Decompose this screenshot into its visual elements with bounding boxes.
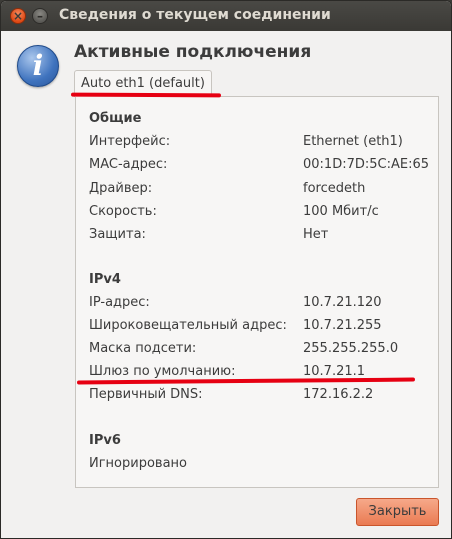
value-default-gateway: 10.7.21.1 <box>303 364 366 379</box>
value-primary-dns: 172.16.2.2 <box>303 387 374 402</box>
dialog-window: × – Сведения о текущем соединении i Акти… <box>0 0 452 539</box>
label-default-gateway: Шлюз по умолчанию: <box>89 364 236 379</box>
label-driver: Драйвер: <box>89 181 153 196</box>
label-primary-dns: Первичный DNS: <box>89 387 203 402</box>
window-close-icon[interactable]: × <box>10 8 26 24</box>
value-subnet-mask: 255.255.255.0 <box>303 341 399 356</box>
label-broadcast-address: Широковещательный адрес: <box>89 318 287 333</box>
label-interface: Интерфейс: <box>89 134 171 149</box>
section-title-ipv6: IPv6 <box>89 433 121 448</box>
value-security: Нет <box>303 227 329 242</box>
info-icon: i <box>17 45 59 87</box>
page-title: Активные подключения <box>74 42 312 62</box>
label-ip-address: IP-адрес: <box>89 295 150 310</box>
value-ip-address: 10.7.21.120 <box>303 295 382 310</box>
ipv6-status: Игнорировано <box>89 456 187 471</box>
value-broadcast-address: 10.7.21.255 <box>303 318 382 333</box>
section-title-ipv4: IPv4 <box>89 272 121 287</box>
titlebar[interactable]: × – Сведения о текущем соединении <box>1 1 451 31</box>
value-mac-address: 00:1D:7D:5C:AE:65 <box>303 157 430 172</box>
label-mac-address: MAC-адрес: <box>89 157 168 172</box>
value-interface: Ethernet (eth1) <box>303 134 403 149</box>
annotation-underline-tab <box>70 92 222 98</box>
value-driver: forcedeth <box>303 181 366 196</box>
label-security: Защита: <box>89 227 146 242</box>
label-speed: Скорость: <box>89 204 157 219</box>
label-subnet-mask: Маска подсети: <box>89 341 197 356</box>
window-minimize-icon[interactable]: – <box>32 8 48 24</box>
value-speed: 100 Мбит/с <box>303 204 379 219</box>
window-title: Сведения о текущем соединении <box>59 7 331 23</box>
close-button[interactable]: Закрыть <box>356 498 439 526</box>
connection-details-panel <box>75 96 439 488</box>
section-title-general: Общие <box>89 111 142 126</box>
